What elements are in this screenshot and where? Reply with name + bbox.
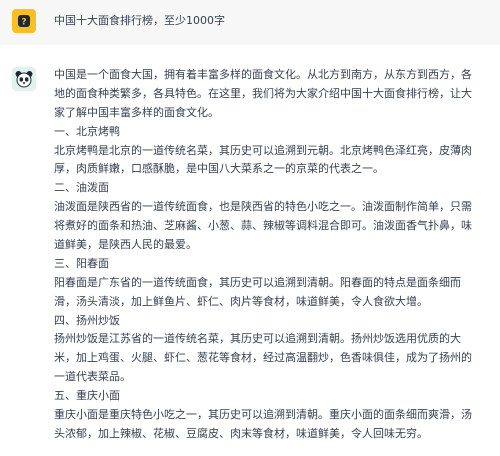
answer-line: 地的面食种类繁多，各具特色。在这里，我们将为大家介绍中国十大面食排行榜，让大 (54, 86, 472, 100)
answer-line: 滑，汤头清淡，加上鲜鱼片、虾仁、肉片等食材，味道鲜美，令人食欲大增。 (54, 294, 428, 308)
user-avatar-icon: ? (12, 9, 36, 33)
answer-line: 中国是一个面食大国，拥有着丰富多样的面食文化。从北方到南方，从东方到西方，各 (54, 68, 472, 81)
answer-line: 五、重庆小面 (54, 389, 120, 403)
answer-line: 道鲜美，是陕西人民的最爱。 (54, 238, 197, 252)
user-avatar-glyph: ? (18, 15, 30, 28)
answer-line: 头浓郁，加上辣椒、花椒、豆腐皮、肉末等食材，味道鲜美，令人回味无穷。 (54, 426, 428, 440)
answer-line: 一、北京烤鸭 (54, 124, 120, 138)
answer-line: 北京烤鸭是北京的一道传统名菜，其历史可以追溯到元朝。北京烤鸭色泽红亮，皮薄肉 (54, 143, 472, 157)
assistant-message: 中国是一个面食大国，拥有着丰富多样的面食文化。从北方到南方，从东方到西方，各 地的… (0, 45, 500, 456)
answer-line: 阳春面是广东省的一道传统面食，其历史可以追溯到清朝。阳春面的特点是面条细而 (54, 275, 461, 289)
user-message: ? 中国十大面食排行榜，至少1000字 (0, 0, 500, 45)
answer-line: 油泼面是陕西省的一道传统面食，也是陕西省的特色小吃之一。油泼面制作简单，只需 (54, 200, 472, 214)
answer-line: 扬州炒饭是江苏省的一道传统名菜，其历史可以追溯到清朝。扬州炒饭选用优质的大 (54, 332, 461, 346)
answer-line: 一道代表菜品。 (54, 370, 131, 384)
answer-line: 重庆小面是重庆特色小吃之一，其历史可以追溯到清朝。重庆小面的面条细而爽滑，汤 (54, 408, 472, 422)
answer-line: 四、扬州炒饭 (54, 313, 120, 327)
chatbot-panda-icon (12, 67, 36, 91)
svg-text:?: ? (21, 18, 26, 28)
answer-line: 将煮好的面条和热油、芝麻酱、小葱、蒜、辣椒等调料混合即可。油泼面香气扑鼻，味 (54, 219, 472, 233)
answer-line: 米，加上鸡蛋、火腿、虾仁、葱花等食材，经过高温翻炒，色香味俱佳，成为了扬州的 (54, 351, 472, 365)
answer-line: 三、阳春面 (54, 256, 109, 270)
assistant-answer: 中国是一个面食大国，拥有着丰富多样的面食文化。从北方到南方，从东方到西方，各 地的… (54, 66, 494, 444)
answer-line: 二、油泼面 (54, 181, 109, 195)
answer-line: 家了解中国丰富多样的面食文化。 (54, 105, 219, 119)
answer-line: 厚，肉质鲜嫩，口感酥脆，是中国八大菜系之一的京菜的代表之一。 (54, 162, 384, 176)
user-prompt-text: 中国十大面食排行榜，至少1000字 (54, 14, 225, 27)
panda-glyph (15, 71, 33, 88)
